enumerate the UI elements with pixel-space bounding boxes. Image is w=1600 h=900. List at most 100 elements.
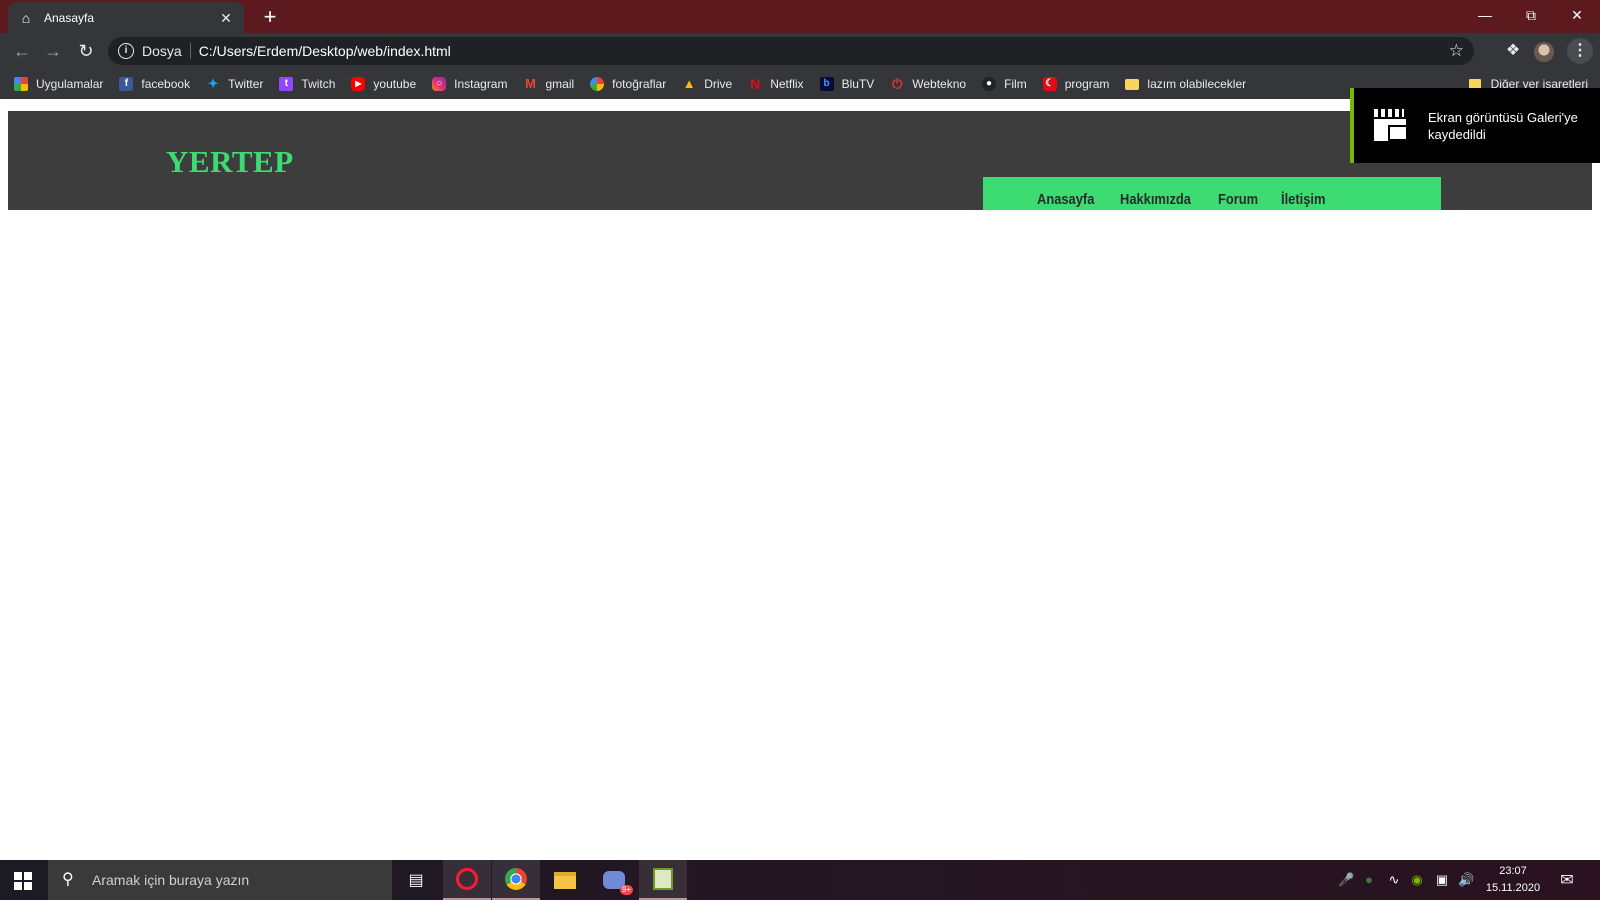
- blutv-icon: b: [819, 77, 834, 91]
- address-url: C:/Users/Erdem/Desktop/web/index.html: [198, 43, 451, 59]
- avatar[interactable]: [1534, 42, 1554, 62]
- toast-message: Ekran görüntüsü Galeri'ye kaydedildi: [1428, 109, 1578, 142]
- photos-icon: [590, 77, 605, 91]
- bookmark-youtube[interactable]: ▶ youtube: [351, 77, 416, 91]
- webtekno-icon: ⏻: [892, 76, 903, 91]
- system-clock[interactable]: 23:07 15.11.2020: [1478, 863, 1548, 897]
- clock-date: 15.11.2020: [1485, 882, 1541, 894]
- drive-icon: ▲: [682, 76, 696, 91]
- bookmark-gmail[interactable]: M gmail: [523, 76, 575, 92]
- bookmark-label: Twitch: [301, 77, 336, 91]
- forward-icon[interactable]: →: [40, 38, 66, 64]
- bookmark-twitter[interactable]: ✦ Twitter: [206, 76, 264, 92]
- opera-icon[interactable]: [443, 860, 491, 900]
- address-scheme: Dosya: [142, 43, 182, 59]
- bookmark-label: program: [1064, 77, 1110, 91]
- taskbar-search[interactable]: ⚲ Aramak için buraya yazın: [48, 860, 392, 900]
- taskbar: ⚲ Aramak için buraya yazın ▤ 9+ 🎤 ● ∿ ◉ …: [0, 860, 1600, 900]
- address-separator: [189, 43, 191, 59]
- film-icon: ●: [982, 77, 997, 91]
- twitch-icon: t: [279, 77, 294, 91]
- bookmark-label: lazım olabilecekler: [1147, 77, 1247, 91]
- network-icon[interactable]: ▣: [1434, 872, 1450, 888]
- bookmark-label: youtube: [373, 77, 417, 91]
- bookmark-netflix[interactable]: N Netflix: [748, 77, 803, 91]
- bookmark-label: Netflix: [770, 77, 804, 91]
- bookmark-instagram[interactable]: ○ Instagram: [432, 77, 507, 91]
- netflix-icon: N: [750, 76, 761, 92]
- bookmark-fotograflar[interactable]: fotoğraflar: [590, 77, 666, 91]
- browser-titlebar: ⌂ Anasayfa ✕ + — ⧉ ✕: [0, 0, 1600, 33]
- nav-link-forum[interactable]: Forum: [1218, 191, 1258, 208]
- discord-badge: 9+: [619, 885, 633, 895]
- nav-link-hakkimizda[interactable]: Hakkımızda: [1120, 191, 1191, 208]
- address-bar[interactable]: i Dosya C:/Users/Erdem/Desktop/web/index…: [108, 37, 1474, 65]
- task-view-icon[interactable]: ▤: [392, 860, 440, 900]
- site-logo[interactable]: YERTEP: [166, 144, 294, 180]
- window-close-icon[interactable]: ✕: [1554, 0, 1600, 30]
- discord-icon[interactable]: 9+: [590, 860, 638, 900]
- bookmark-drive[interactable]: ▲ Drive: [682, 76, 733, 92]
- chrome-icon[interactable]: [492, 860, 540, 900]
- satellite-icon[interactable]: ∿: [1386, 872, 1402, 888]
- bookmark-label: Film: [1004, 77, 1027, 91]
- bookmark-label: BluTV: [841, 77, 875, 91]
- nav-link-iletisim[interactable]: İletişim: [1281, 191, 1325, 208]
- nav-link-anasayfa[interactable]: Anasayfa: [1037, 191, 1094, 208]
- home-icon: ⌂: [21, 9, 31, 26]
- bookmark-label: Twitter: [228, 77, 264, 91]
- instagram-icon: ○: [432, 77, 447, 91]
- folder-icon: [1125, 78, 1140, 90]
- web-page: YERTEP Anasayfa Hakkımızda Forum İletişi…: [0, 99, 1600, 860]
- menu-icon[interactable]: ⋮: [1567, 38, 1593, 64]
- tab-anasayfa[interactable]: ⌂ Anasayfa ✕: [8, 2, 244, 33]
- bookmark-facebook[interactable]: f facebook: [119, 77, 190, 91]
- facebook-icon: f: [119, 77, 134, 91]
- tab-title: Anasayfa: [44, 10, 95, 25]
- bookmark-program[interactable]: ☾ program: [1042, 77, 1110, 91]
- bookmark-film[interactable]: ● Film: [982, 77, 1027, 91]
- close-icon[interactable]: ✕: [218, 10, 234, 26]
- windows-start-icon[interactable]: [14, 872, 32, 890]
- clock-time: 23:07: [1499, 865, 1527, 877]
- bookmark-label: Webtekno: [912, 77, 967, 91]
- star-icon[interactable]: ☆: [1449, 41, 1464, 61]
- browser-toolbar: ← → ↻ i Dosya C:/Users/Erdem/Desktop/web…: [0, 33, 1600, 69]
- nvidia-icon[interactable]: ◉: [1410, 872, 1424, 888]
- bookmark-label: gmail: [545, 77, 575, 91]
- bookmark-blutv[interactable]: b BluTV: [819, 77, 875, 91]
- microphone-icon[interactable]: 🎤: [1338, 872, 1354, 888]
- restore-icon[interactable]: ⧉: [1508, 0, 1554, 30]
- bookmark-twitch[interactable]: t Twitch: [279, 77, 335, 91]
- volume-icon[interactable]: 🔊: [1458, 872, 1474, 888]
- apps-grid-icon: [14, 77, 28, 91]
- minimize-icon[interactable]: —: [1462, 0, 1508, 30]
- back-icon[interactable]: ←: [9, 38, 35, 64]
- taskbar-search-placeholder: Aramak için buraya yazın: [92, 872, 250, 888]
- search-icon: ⚲: [62, 871, 74, 888]
- reload-icon[interactable]: ↻: [73, 38, 99, 64]
- clapperboard-icon: [1374, 108, 1410, 143]
- bookmark-lazim-olabilecekler[interactable]: lazım olabilecekler: [1125, 77, 1246, 91]
- youtube-icon: ▶: [351, 77, 366, 91]
- tray-status-icon[interactable]: ●: [1362, 872, 1376, 888]
- screenshot-toast[interactable]: Ekran görüntüsü Galeri'ye kaydedildi: [1350, 88, 1600, 163]
- site-nav: Anasayfa Hakkımızda Forum İletişim: [983, 177, 1441, 210]
- gmail-icon: M: [525, 76, 536, 91]
- notification-icon[interactable]: ✉: [1556, 870, 1578, 890]
- screen: ⌂ Anasayfa ✕ + — ⧉ ✕ ← → ↻ i Dosya C:/Us…: [0, 0, 1600, 900]
- bookmark-label: Instagram: [454, 77, 508, 91]
- bookmark-uygulamalar[interactable]: Uygulamalar: [14, 77, 103, 91]
- extensions-icon[interactable]: ❖: [1501, 39, 1525, 63]
- twitter-icon: ✦: [207, 76, 219, 91]
- bookmark-label: Drive: [704, 77, 733, 91]
- new-tab-button[interactable]: +: [258, 5, 282, 29]
- bookmark-webtekno[interactable]: ⏻ Webtekno: [890, 76, 967, 92]
- bookmark-label: fotoğraflar: [612, 77, 667, 91]
- bookmark-label: Uygulamalar: [36, 77, 104, 91]
- info-icon[interactable]: i: [118, 43, 134, 59]
- program-icon: ☾: [1042, 77, 1057, 91]
- notepad-plus-plus-icon[interactable]: [639, 860, 687, 900]
- bookmark-label: facebook: [141, 77, 191, 91]
- file-explorer-icon[interactable]: [541, 860, 589, 900]
